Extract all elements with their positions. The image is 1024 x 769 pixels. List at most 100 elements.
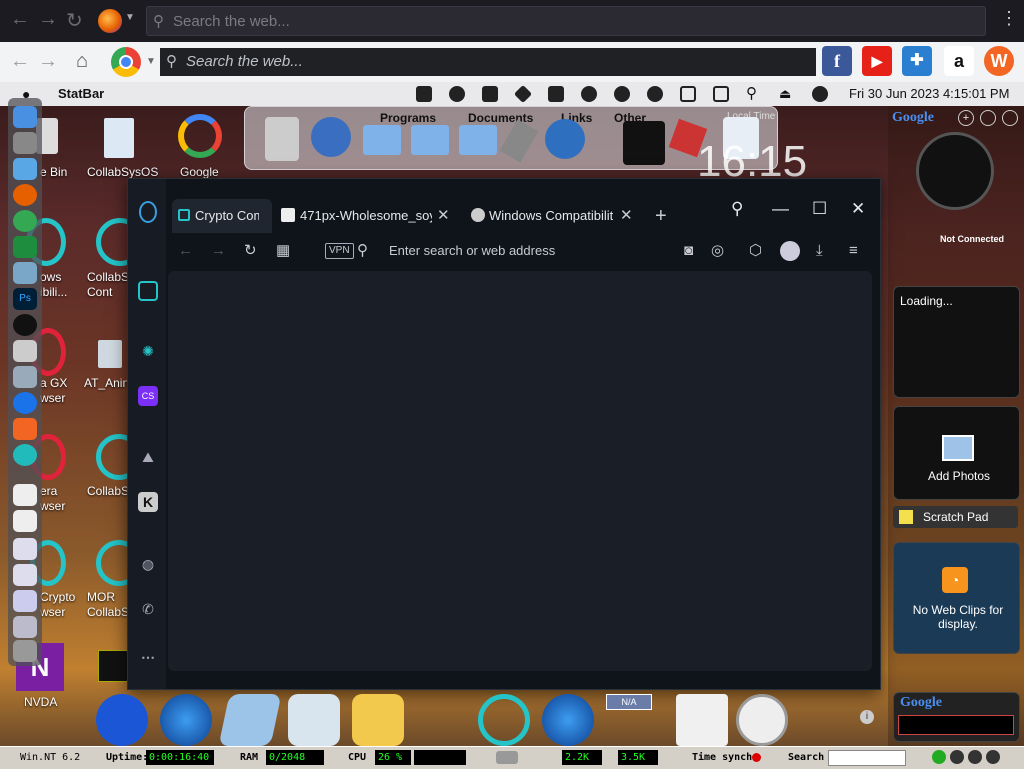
tshirt-icon[interactable] (623, 121, 665, 165)
clock-icon[interactable] (736, 694, 788, 746)
opera-icon[interactable] (13, 444, 37, 466)
more-icon[interactable]: ⋯ (138, 647, 158, 667)
screenshot-icon[interactable] (13, 616, 37, 638)
tab-image-label[interactable]: 471px-Wholesome_soyja (300, 199, 432, 233)
folder-icon[interactable] (363, 125, 401, 155)
openai-icon[interactable] (449, 86, 465, 102)
reload-icon[interactable]: ↻ (66, 8, 83, 33)
folder-icon[interactable] (352, 694, 404, 746)
cube-icon[interactable]: ⬡ (749, 233, 762, 269)
youtube-icon[interactable]: ▶ (862, 46, 892, 76)
time-sync-label[interactable]: Time synch. (692, 750, 758, 765)
statbar-search-input[interactable] (828, 750, 906, 766)
firefox-logo-icon[interactable] (98, 9, 122, 33)
address-input[interactable]: Enter search or web address (389, 233, 679, 269)
screenshot-icon[interactable] (13, 538, 37, 560)
folder-icon[interactable] (13, 158, 37, 180)
chevron-down-icon[interactable]: ▼ (125, 12, 135, 23)
eject-icon[interactable]: ⏏ (779, 86, 791, 102)
app-icon[interactable] (13, 366, 37, 388)
whatsapp-icon[interactable]: ✆ (138, 599, 158, 619)
windows-icon[interactable] (160, 694, 212, 746)
back-arrow-icon[interactable]: ← (10, 8, 30, 31)
page-content-area[interactable] (168, 271, 872, 671)
control-center-icon[interactable] (812, 86, 828, 102)
app-icon[interactable] (13, 392, 37, 414)
opera-logo-icon[interactable] (139, 201, 157, 223)
crypto-wallet-icon[interactable] (138, 281, 158, 301)
firefox-search-input[interactable]: ⚲ Search the web... (146, 6, 986, 36)
forward-arrow-icon[interactable]: → (38, 8, 58, 31)
cubes-icon[interactable] (548, 86, 564, 102)
new-tab-icon[interactable]: + (655, 199, 667, 233)
globe-icon[interactable] (545, 119, 585, 159)
notepad-icon[interactable] (218, 694, 282, 746)
monitor-icon[interactable] (265, 117, 299, 161)
maximize-icon[interactable]: ☐ (812, 197, 827, 221)
screenshot-icon[interactable] (13, 564, 37, 586)
chrome-logo-icon[interactable] (111, 47, 141, 77)
windows-icon[interactable] (542, 694, 594, 746)
notion-icon[interactable] (416, 86, 432, 102)
home-icon[interactable]: ⌂ (76, 50, 88, 73)
check-shield-icon[interactable]: ◎ (711, 233, 724, 269)
forward-arrow-icon[interactable]: → (38, 50, 58, 73)
task-manager-icon[interactable] (288, 694, 340, 746)
app-icon[interactable] (13, 340, 37, 362)
scratch-pad-gadget[interactable]: Scratch Pad (893, 506, 1018, 528)
search-tabs-icon[interactable]: ⚲ (731, 197, 743, 221)
globe-icon[interactable] (311, 117, 351, 157)
kebab-menu-icon[interactable]: ⋮ (1000, 8, 1018, 29)
app-icon[interactable] (96, 694, 148, 746)
folder-icon[interactable] (411, 125, 449, 155)
tab-windows-label[interactable]: Windows Compatibility (489, 199, 613, 233)
chrome-search-input[interactable]: ⚲ Search the web... (160, 48, 816, 76)
chevron-down-icon[interactable]: ▼ (146, 56, 156, 67)
diamond-icon[interactable] (513, 84, 533, 104)
headphones-icon[interactable] (647, 86, 663, 102)
image-app-icon[interactable] (13, 262, 37, 284)
profile-avatar-icon[interactable] (780, 241, 800, 261)
tab-close-icon[interactable]: ✕ (620, 199, 633, 233)
finder-icon[interactable] (13, 106, 37, 128)
shelf-tab-programs[interactable]: Programs (380, 111, 436, 125)
file-icon[interactable] (104, 118, 134, 158)
chatgpt-icon[interactable]: ✺ (138, 341, 158, 361)
amazon-icon[interactable]: a (944, 46, 974, 76)
document-icon[interactable] (13, 510, 37, 532)
tab-close-icon[interactable]: ✕ (437, 199, 450, 233)
minimize-icon[interactable]: — (772, 197, 789, 221)
forward-icon[interactable]: → (211, 233, 226, 269)
google-search-input[interactable] (898, 715, 1014, 735)
chrome-icon[interactable] (13, 210, 37, 232)
tab-crypto-label[interactable]: Crypto Com (195, 199, 259, 233)
search-icon[interactable]: ⚲ (746, 84, 757, 102)
launchpad-icon[interactable] (13, 132, 37, 154)
firefox-icon[interactable] (13, 184, 37, 206)
close-window-icon[interactable]: ✕ (851, 197, 865, 221)
download-icon[interactable]: ⤓ (816, 233, 823, 269)
screenshot-icon[interactable] (13, 590, 37, 612)
firefox-mono-icon[interactable] (614, 86, 630, 102)
threads-icon[interactable] (13, 314, 37, 336)
opera-crypto-icon[interactable] (478, 694, 530, 746)
app-name[interactable]: StatBar (58, 86, 104, 101)
window-icon[interactable] (713, 86, 729, 102)
add-photos-label[interactable]: Add Photos (928, 469, 990, 483)
vpn-badge[interactable]: VPN (325, 243, 354, 259)
options-icon[interactable] (980, 110, 996, 126)
folder-icon[interactable] (459, 125, 497, 155)
speed-dial-icon[interactable]: ▦ (276, 233, 290, 269)
menubar-datetime[interactable]: Fri 30 Jun 2023 4:15:01 PM (849, 86, 1009, 101)
k-icon[interactable]: K (138, 492, 158, 512)
google-icon[interactable] (178, 114, 222, 158)
chatsonic-icon[interactable]: CS (138, 386, 158, 406)
sidebar-toggle-icon[interactable] (680, 86, 696, 102)
calculator-icon[interactable] (98, 340, 122, 368)
w-icon[interactable]: W (984, 46, 1014, 76)
back-icon[interactable]: ← (178, 233, 193, 269)
easy-setup-icon[interactable]: ≡ (849, 233, 858, 269)
reload-icon[interactable]: ↻ (244, 233, 257, 269)
add-gadget-icon[interactable]: + (958, 110, 974, 126)
trash-icon[interactable] (13, 640, 37, 662)
